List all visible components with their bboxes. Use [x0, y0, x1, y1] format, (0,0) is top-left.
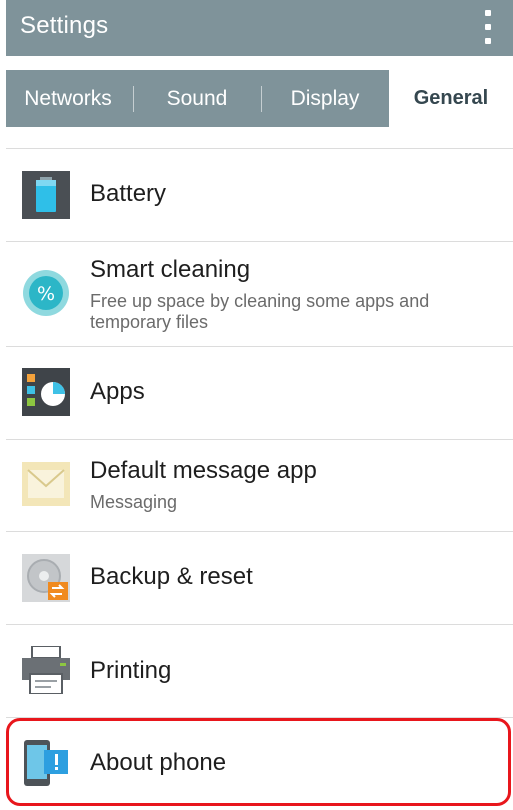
list-item-default-message-app[interactable]: Default message app Messaging — [6, 440, 513, 531]
item-label: Apps — [90, 378, 145, 405]
smart-cleaning-icon: % — [22, 269, 70, 317]
title-bar: Settings — [6, 0, 513, 56]
tab-sound[interactable]: Sound — [134, 70, 260, 127]
list-item-smart-cleaning[interactable]: % Smart cleaning Free up space by cleani… — [6, 242, 513, 346]
tab-bar: Networks Sound Display General — [6, 70, 513, 127]
item-label: Default message app — [90, 457, 317, 484]
item-label: Backup & reset — [90, 563, 253, 590]
battery-icon — [22, 171, 70, 219]
list-item-battery[interactable]: Battery — [6, 148, 513, 241]
item-label: Printing — [90, 657, 172, 684]
list-item-printing[interactable]: Printing — [6, 625, 513, 717]
overflow-menu-icon[interactable] — [479, 8, 497, 46]
printer-icon — [22, 645, 70, 695]
list-item-apps[interactable]: Apps — [6, 347, 513, 439]
item-label: Battery — [90, 180, 167, 207]
tab-display[interactable]: Display — [262, 70, 388, 127]
item-sublabel: Messaging — [90, 492, 178, 512]
item-sublabel: Free up space by cleaning some apps and … — [90, 291, 430, 332]
backup-reset-icon — [22, 554, 70, 602]
settings-screen: Settings Networks Sound Display General … — [6, 0, 513, 809]
list-item-backup-reset[interactable]: Backup & reset — [6, 532, 513, 624]
item-label: Smart cleaning — [90, 256, 251, 283]
page-title: Settings — [20, 12, 109, 39]
about-phone-highlight — [6, 718, 511, 806]
apps-icon — [22, 368, 70, 416]
svg-text:%: % — [37, 283, 55, 305]
message-envelope-icon — [22, 460, 70, 508]
tab-general[interactable]: General — [389, 70, 513, 127]
tab-networks[interactable]: Networks — [6, 70, 130, 127]
